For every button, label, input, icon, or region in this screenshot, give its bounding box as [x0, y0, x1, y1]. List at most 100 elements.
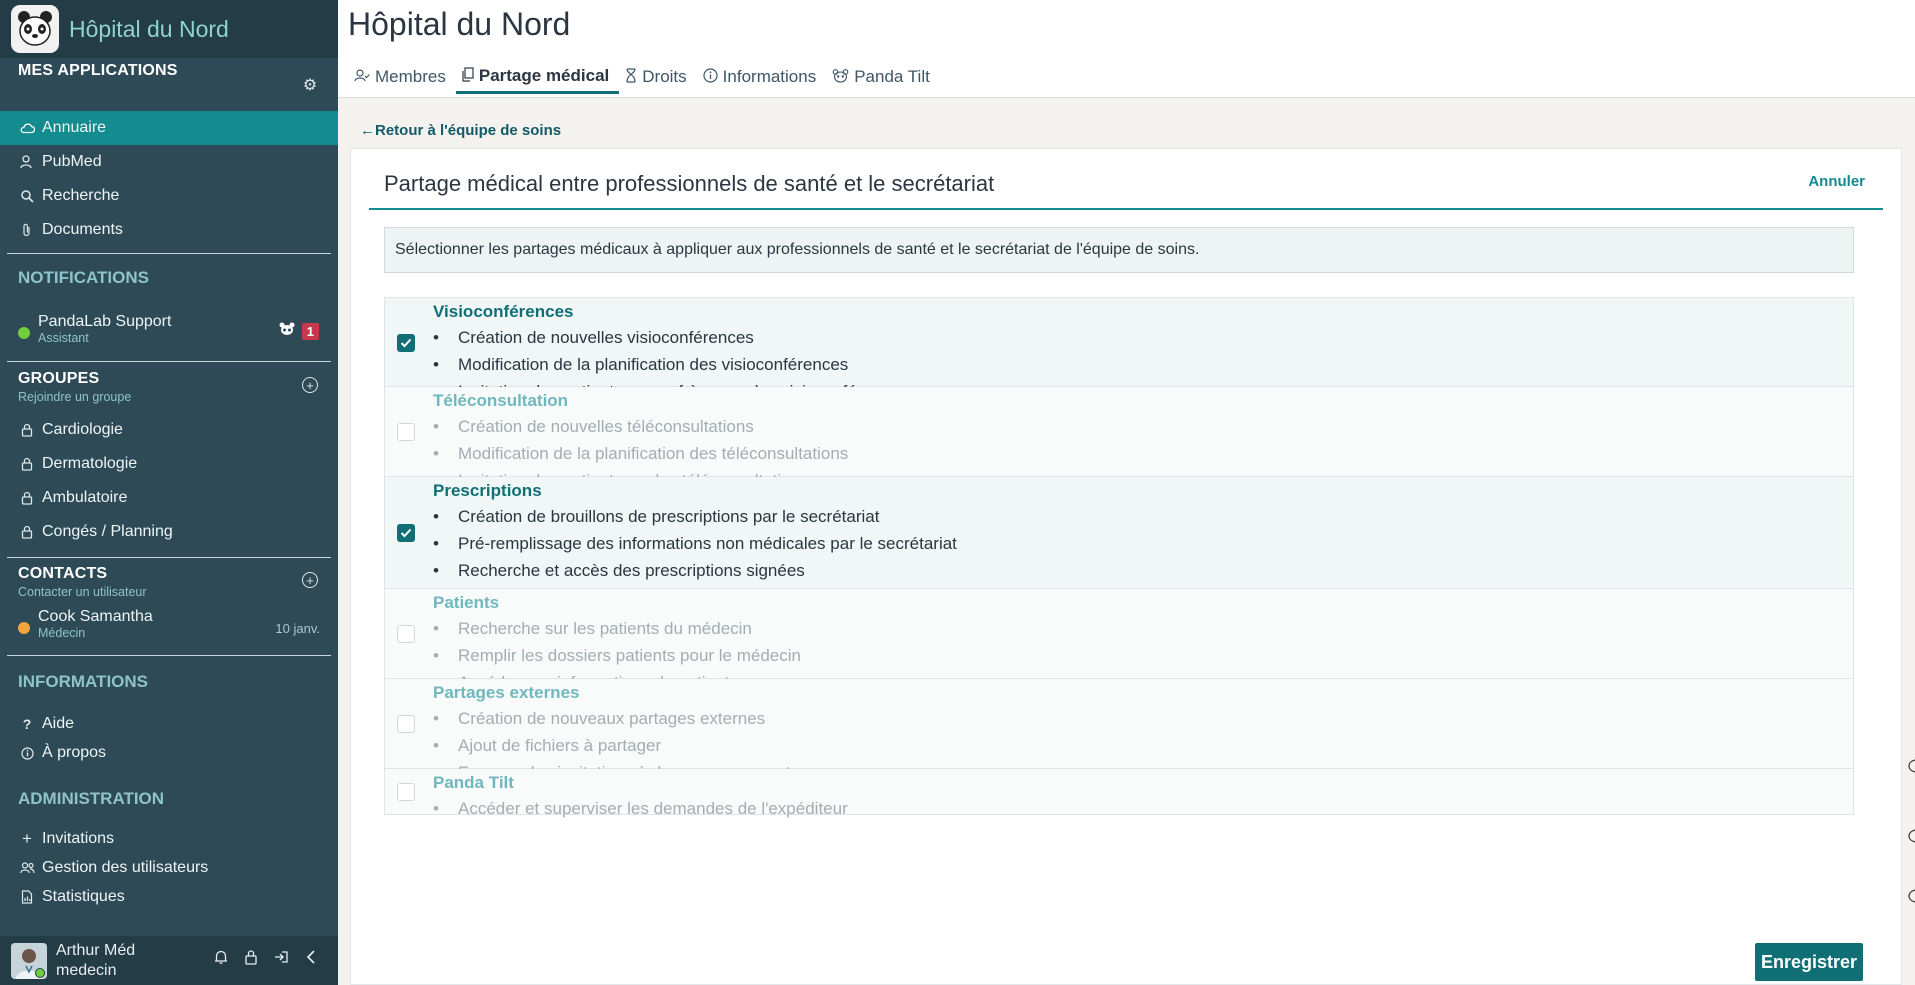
divider	[7, 557, 331, 558]
sharing-permission-label: Modification de la planification des tél…	[458, 444, 849, 463]
tab-panda-tilt[interactable]: Panda Tilt	[826, 60, 940, 94]
lock-icon	[18, 457, 36, 471]
contact-name: PandaLab Support	[38, 313, 172, 330]
partages-externes-checkbox[interactable]	[397, 715, 415, 733]
sidebar-item-cardiologie[interactable]: Cardiologie	[0, 413, 338, 447]
sidebar-item-label: Cardiologie	[42, 421, 123, 438]
tab-label: Membres	[375, 67, 446, 86]
add-contact-icon[interactable]: +	[302, 572, 318, 588]
tab-informations[interactable]: Informations	[697, 60, 827, 94]
tab-label: Panda Tilt	[854, 67, 930, 86]
bullet-icon: •	[433, 328, 439, 347]
visioconferences-checkbox[interactable]	[397, 334, 415, 352]
sharing-group-partages-externes: Partages externes • Création de nouveaux p…	[384, 679, 1854, 782]
user-search-icon	[18, 155, 36, 169]
sidebar-item-a-propos[interactable]: À propos	[0, 738, 338, 768]
prescriptions-checkbox[interactable]	[397, 524, 415, 542]
sharing-permission-item: • Pré-remplissage des informations non mé…	[433, 530, 957, 557]
background-decoration	[1905, 740, 1915, 940]
online-status-dot	[35, 967, 45, 978]
sharing-permission-label: Création de nouvelles visioconférences	[458, 328, 754, 347]
add-group-icon[interactable]: +	[302, 377, 318, 393]
contact-role: Médecin	[38, 626, 86, 640]
logout-icon[interactable]	[272, 949, 290, 970]
panda-logo-icon[interactable]	[11, 5, 59, 53]
collapse-chevron-icon[interactable]	[302, 949, 320, 970]
question-icon: ?	[22, 716, 32, 732]
sidebar-item-recherche[interactable]: Recherche	[0, 179, 338, 213]
bullet-icon: •	[433, 619, 439, 638]
sharing-permission-item: • Création de nouveaux partages externes	[433, 705, 833, 732]
groups-section-title: GROUPES	[18, 370, 100, 387]
bullet-icon: •	[433, 561, 439, 580]
bullet-icon: •	[433, 507, 439, 526]
avatar[interactable]	[11, 942, 47, 979]
contact-date: 10 janv.	[275, 621, 320, 636]
tab-label: Droits	[642, 67, 687, 86]
sidebar-item-pubmed[interactable]: PubMed	[0, 145, 338, 179]
bullet-icon: •	[433, 736, 439, 755]
user-footer: Arthur Méd medecin	[0, 936, 338, 985]
notifications-section-title: NOTIFICATIONS	[18, 268, 149, 287]
sharing-permission-label: Modification de la planification des vis…	[458, 355, 849, 374]
patients-checkbox[interactable]	[397, 625, 415, 643]
divider	[7, 253, 331, 254]
sharing-permission-item: • Création de brouillons de prescriptions…	[433, 503, 957, 530]
contact-user-link[interactable]: Contacter un utilisateur	[18, 585, 147, 599]
sharing-permission-item: • Accéder et superviser les demandes de l…	[433, 795, 848, 822]
sidebar-item-label: Annuaire	[42, 119, 107, 136]
sidebar-item-annuaire[interactable]: Annuaire	[0, 111, 338, 145]
sidebar-item-ambulatoire[interactable]: Ambulatoire	[0, 481, 338, 515]
sharing-permission-label: Accéder et superviser les demandes de l'…	[458, 799, 848, 818]
lock-icon[interactable]	[242, 949, 260, 970]
tab-bar: Membres Partage médical Droits Informati…	[348, 60, 940, 96]
sharing-permission-label: Création de brouillons de prescriptions …	[458, 507, 880, 526]
panda-tilt-checkbox[interactable]	[397, 783, 415, 801]
sharing-group-title: Patients	[433, 593, 500, 612]
sharing-permission-label: Recherche sur les patients du médecin	[458, 619, 752, 638]
panda-icon	[832, 68, 849, 86]
contact-role: Assistant	[38, 331, 89, 345]
sidebar-item-label: Aide	[42, 715, 75, 732]
sharing-permission-item: • Modification de la planification des vi…	[433, 351, 908, 378]
cancel-button[interactable]: Annuler	[1808, 173, 1865, 190]
document-icon	[462, 66, 474, 85]
alarm-bell-icon[interactable]	[212, 949, 230, 970]
tab-label: Informations	[722, 67, 817, 86]
join-group-link[interactable]: Rejoindre un groupe	[18, 390, 131, 404]
sidebar-item-label: Documents	[42, 221, 123, 238]
tab-droits[interactable]: Droits	[619, 60, 696, 94]
sidebar-item-aide[interactable]: ? Aide	[0, 709, 338, 739]
page-header: Hôpital du Nord Membres Partage médical …	[338, 0, 1915, 98]
users-icon	[18, 862, 36, 874]
tab-partage-medical[interactable]: Partage médical	[455, 60, 620, 94]
divider	[7, 361, 331, 362]
sharing-permission-label: Création de nouvelles téléconsultations	[458, 417, 754, 436]
main-area: Hôpital du Nord Membres Partage médical …	[338, 0, 1915, 985]
sidebar-item-statistiques[interactable]: Statistiques	[0, 882, 338, 912]
save-button[interactable]: Enregistrer	[1755, 943, 1863, 981]
lock-icon	[18, 491, 36, 505]
sidebar-item-label: Statistiques	[42, 888, 125, 905]
back-link-label: Retour à l'équipe de soins	[375, 122, 562, 139]
sidebar-item-conges-planning[interactable]: Congés / Planning	[0, 515, 338, 549]
page-title: Hôpital du Nord	[348, 6, 571, 42]
app-name[interactable]: Hôpital du Nord	[69, 16, 229, 43]
sharing-permission-item: • Recherche sur les patients du médecin	[433, 615, 801, 642]
sharing-group-title: Panda Tilt	[433, 773, 514, 792]
sidebar-item-gestion-utilisateurs[interactable]: Gestion des utilisateurs	[0, 853, 338, 883]
sidebar-item-documents[interactable]: Documents	[0, 213, 338, 247]
sharing-permission-item: • Ajout de fichiers à partager	[433, 732, 833, 759]
settings-gear-icon[interactable]: ⚙	[302, 78, 318, 94]
sidebar-item-label: Gestion des utilisateurs	[42, 859, 209, 876]
sidebar-item-dermatologie[interactable]: Dermatologie	[0, 447, 338, 481]
paperclip-icon	[18, 223, 36, 237]
back-link[interactable]: ←Retour à l'équipe de soins	[360, 122, 561, 139]
sharing-group-patients: Patients • Recherche sur les patients du m…	[384, 589, 1854, 692]
tab-membres[interactable]: Membres	[348, 60, 456, 94]
rights-icon	[625, 68, 637, 86]
sidebar-item-invitations[interactable]: + Invitations	[0, 824, 338, 854]
administration-section-title: ADMINISTRATION	[18, 789, 165, 808]
sharing-permission-label: Pré-remplissage des informations non méd…	[458, 534, 957, 553]
teleconsultation-checkbox[interactable]	[397, 423, 415, 441]
